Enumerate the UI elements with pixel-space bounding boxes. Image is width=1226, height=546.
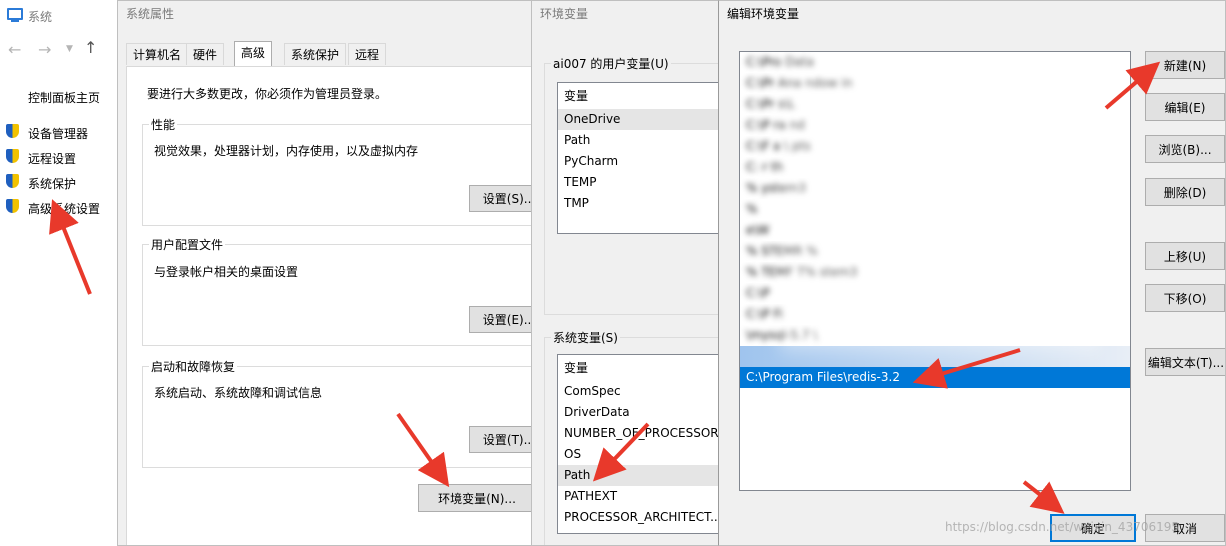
edit-button[interactable]: 编辑(E) — [1145, 93, 1225, 121]
dialog-title: 编辑环境变量 — [727, 7, 800, 21]
edit-text-button[interactable]: 编辑文本(T)... — [1145, 348, 1225, 376]
performance-group: 性能 视觉效果，处理器计划，内存使用，以及虚拟内存 设置(S)... — [142, 116, 536, 226]
shield-icon — [6, 199, 19, 213]
path-entries-list[interactable]: C:\Pro Data C:\Pr Ana ndow in C:\Pr s\L … — [739, 51, 1131, 491]
group-desc: 系统启动、系统故障和调试信息 — [154, 386, 323, 400]
list-item[interactable]: Path — [558, 465, 722, 486]
group-desc: 视觉效果，处理器计划，内存使用，以及虚拟内存 — [154, 144, 419, 158]
shield-icon — [6, 174, 19, 188]
list-item[interactable]: PROCESSOR_ARCHITECT... — [558, 507, 722, 528]
tab-system-protection[interactable]: 系统保护 — [284, 43, 347, 65]
list-item[interactable]: OS — [558, 444, 722, 465]
group-desc: 与登录帐户相关的桌面设置 — [154, 265, 299, 279]
browse-button[interactable]: 浏览(B)... — [1145, 135, 1225, 163]
chevron-down-icon[interactable]: ▼ — [66, 44, 73, 54]
tab-remote[interactable]: 远程 — [348, 43, 387, 65]
group-title: ai007 的用户变量(U) — [551, 55, 671, 72]
window-title: 系统 — [28, 10, 53, 24]
path-entry-selected[interactable]: C:\Program Files\redis-3.2 — [740, 367, 1130, 388]
group-title: 性能 — [149, 116, 178, 133]
back-arrow-icon[interactable]: ← — [8, 40, 21, 59]
edit-environment-variable-dialog: 编辑环境变量 C:\Pro Data C:\Pr Ana ndow in C:\… — [718, 0, 1226, 546]
environment-variables-dialog: 环境变量 ai007 的用户变量(U) 变量 OneDrive Path PyC… — [531, 0, 723, 546]
list-item[interactable]: NUMBER_OF_PROCESSORS — [558, 423, 722, 444]
list-item[interactable]: TMP — [558, 193, 722, 214]
tab-computer-name[interactable]: 计算机名 — [126, 43, 189, 65]
list-item[interactable]: OneDrive — [558, 109, 722, 130]
shield-icon — [6, 149, 19, 163]
profile-settings-button[interactable]: 设置(E)... — [469, 306, 536, 333]
list-item[interactable]: PyCharm — [558, 151, 722, 172]
control-panel-home-link[interactable]: 控制面板主页 — [28, 89, 100, 106]
device-manager-link[interactable]: 设备管理器 — [28, 125, 88, 142]
user-profiles-group: 用户配置文件 与登录帐户相关的桌面设置 设置(E)... — [142, 236, 536, 346]
dialog-title: 环境变量 — [540, 7, 589, 21]
shield-icon — [6, 124, 19, 138]
group-title: 启动和故障恢复 — [149, 358, 238, 375]
move-down-button[interactable]: 下移(O) — [1145, 284, 1225, 312]
up-arrow-icon[interactable]: ↑ — [84, 38, 97, 57]
startup-settings-button[interactable]: 设置(T)... — [469, 426, 536, 453]
dialog-body: ai007 的用户变量(U) 变量 OneDrive Path PyCharm … — [532, 27, 722, 545]
group-title: 用户配置文件 — [149, 236, 226, 253]
user-variables-list[interactable]: 变量 OneDrive Path PyCharm TEMP TMP — [557, 82, 722, 234]
system-variables-list[interactable]: 变量 ComSpec DriverData NUMBER_OF_PROCESSO… — [557, 354, 722, 534]
user-variables-group: ai007 的用户变量(U) 变量 OneDrive Path PyCharm … — [544, 55, 722, 315]
system-variables-group: 系统变量(S) 变量 ComSpec DriverData NUMBER_OF_… — [544, 329, 722, 545]
new-button[interactable]: 新建(N) — [1145, 51, 1225, 79]
advanced-system-settings-link[interactable]: 高级系统设置 — [28, 200, 100, 217]
system-protection-link[interactable]: 系统保护 — [28, 175, 76, 192]
list-item[interactable]: TEMP — [558, 172, 722, 193]
list-item[interactable]: PATHEXT — [558, 486, 722, 507]
admin-note: 要进行大多数更改，你必须作为管理员登录。 — [147, 87, 388, 101]
remote-settings-link[interactable]: 远程设置 — [28, 150, 76, 167]
move-up-button[interactable]: 上移(U) — [1145, 242, 1225, 270]
tab-strip: 计算机名 硬件 高级 系统保护 远程 — [126, 41, 536, 67]
tab-panel: 要进行大多数更改，你必须作为管理员登录。 性能 视觉效果，处理器计划，内存使用，… — [126, 66, 536, 545]
watermark: https://blog.csdn.net/weixin_43706195 — [945, 520, 1180, 534]
list-item[interactable]: Path — [558, 130, 722, 151]
environment-variables-button[interactable]: 环境变量(N)... — [418, 484, 536, 512]
list-item[interactable]: DriverData — [558, 402, 722, 423]
system-properties-dialog: 系统属性 计算机名 硬件 高级 系统保护 远程 要进行大多数更改，你必须作为管理… — [117, 0, 537, 546]
column-header[interactable]: 变量 — [558, 83, 722, 109]
group-title: 系统变量(S) — [551, 329, 620, 346]
performance-settings-button[interactable]: 设置(S)... — [469, 185, 536, 212]
system-window: 系统 ← → ▼ ↑ 控制面板主页 设备管理器 远程设置 系统保护 高级系统设置 — [0, 0, 120, 546]
redaction-blur — [780, 52, 1100, 352]
tab-hardware[interactable]: 硬件 — [186, 43, 225, 65]
list-item[interactable]: ComSpec — [558, 381, 722, 402]
computer-stand — [11, 20, 19, 22]
computer-icon — [7, 8, 23, 20]
column-header[interactable]: 变量 — [558, 355, 722, 381]
dialog-title: 系统属性 — [126, 7, 175, 21]
startup-recovery-group: 启动和故障恢复 系统启动、系统故障和调试信息 设置(T)... — [142, 358, 536, 468]
delete-button[interactable]: 删除(D) — [1145, 178, 1225, 206]
tab-advanced[interactable]: 高级 — [234, 41, 273, 66]
forward-arrow-icon[interactable]: → — [38, 40, 51, 59]
